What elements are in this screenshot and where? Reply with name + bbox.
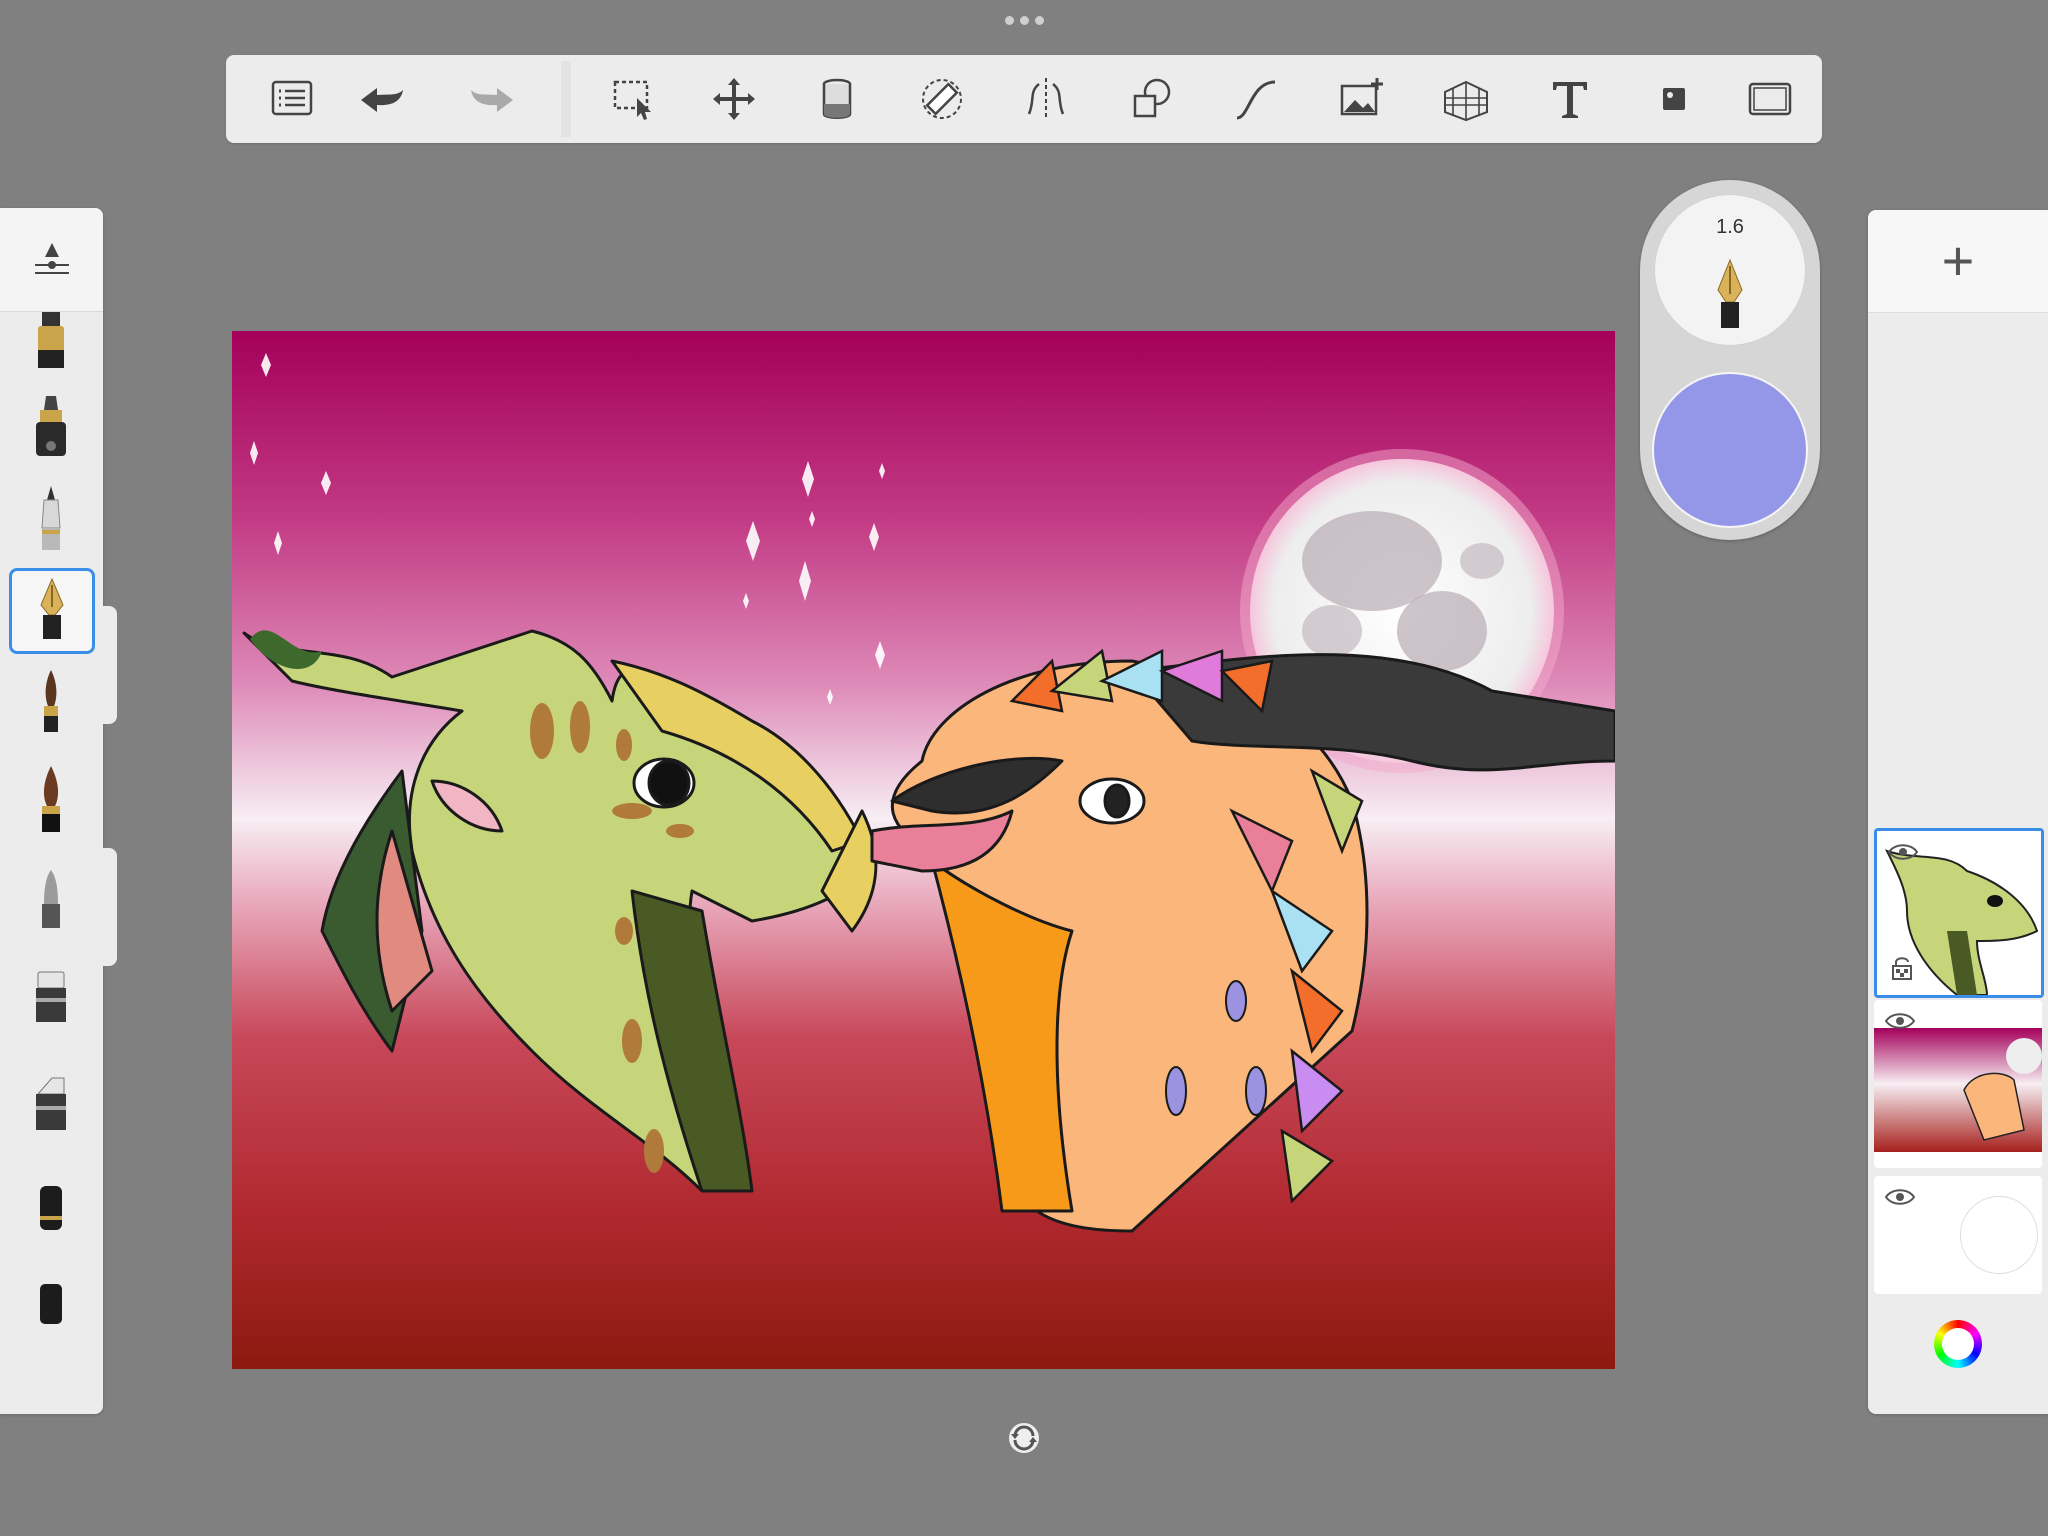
layer-item-3[interactable] [1874,1176,2042,1294]
alpha-lock-icon[interactable] [1891,955,1913,981]
list-icon[interactable] [262,69,322,129]
chisel-brush-icon[interactable] [9,1258,93,1342]
paint-brush-icon[interactable] [9,660,93,744]
menu-dots-icon[interactable] [1000,16,1048,32]
brush-panel-scroll-tab[interactable] [101,848,117,966]
ink-brush-icon[interactable] [9,758,93,842]
ballpoint-brush-icon[interactable] [9,478,93,562]
perspective-grid-icon[interactable] [1436,69,1496,129]
brush-panel-header[interactable] [0,208,103,312]
stamp-icon[interactable] [1644,69,1704,129]
shapes-icon[interactable] [1122,69,1182,129]
redo-arrow-icon[interactable] [462,69,522,129]
brush-panel-scroll-tab[interactable] [101,606,117,724]
soft-eraser-icon[interactable] [9,1064,93,1148]
move-icon[interactable] [704,69,764,129]
toolbar-divider [561,61,571,137]
curve-icon[interactable] [1226,69,1286,129]
paint-bucket-icon[interactable] [808,69,868,129]
marker-brush-icon[interactable] [9,386,93,470]
layer-panel: + [1868,210,2048,1414]
brush-properties-icon[interactable] [27,235,77,285]
brush-puck[interactable]: 1.6 [1640,180,1820,540]
main-toolbar [226,55,1822,143]
eraser-icon[interactable] [9,956,93,1040]
brush-size-control[interactable]: 1.6 [1654,194,1806,346]
eye-icon[interactable] [1887,841,1919,863]
fullscreen-icon[interactable] [1740,69,1800,129]
eye-icon[interactable] [1884,1010,1916,1032]
dragon-artwork [232,331,1615,1369]
brush-size-value: 1.6 [1716,216,1744,238]
brush-library-panel [0,208,103,1414]
add-layer-button[interactable]: + [1868,210,2048,313]
layer-item-1[interactable] [1874,828,2044,998]
eye-icon[interactable] [1884,1186,1916,1208]
current-color-swatch[interactable] [1654,374,1806,526]
ruler-icon[interactable] [912,69,972,129]
layer-thumbnail [1960,1196,2038,1274]
fountain-pen-icon [1717,258,1743,328]
fountain-pen-icon[interactable] [9,568,95,654]
pencil-brush-icon[interactable] [9,304,93,388]
symmetry-icon[interactable] [1016,69,1076,129]
airbrush-icon[interactable] [9,858,93,942]
canvas-rotate-reset-icon[interactable] [1006,1420,1042,1456]
text-icon[interactable] [1540,69,1600,129]
layer-item-2[interactable] [1874,1000,2042,1168]
add-image-icon[interactable] [1332,69,1392,129]
selection-icon[interactable] [604,69,664,129]
drawing-canvas[interactable] [232,331,1615,1369]
add-layer-label: + [1941,229,1975,292]
color-wheel-icon[interactable] [1934,1320,1982,1368]
undo-arrow-icon[interactable] [352,69,412,129]
blender-icon[interactable] [9,1166,93,1250]
